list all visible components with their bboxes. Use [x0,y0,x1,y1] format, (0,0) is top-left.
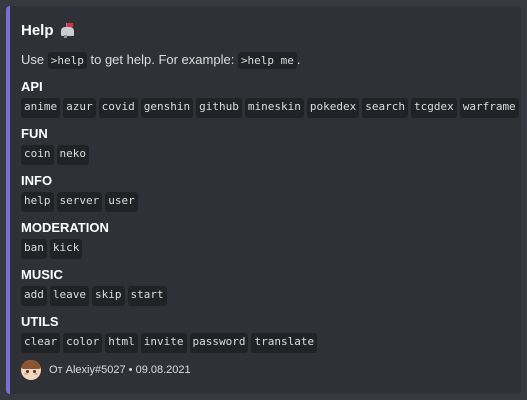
example-command-code: >help me [237,52,297,69]
embed-fields: API anime azur covid genshin github mineskin po… [21,78,519,353]
command-chip: add [21,286,47,306]
field-name: FUN [21,126,48,141]
command-chip: html [105,333,138,353]
command-chip: search [362,98,408,118]
embed-field: MODERATION ban kick [21,219,505,259]
embed-description: Use >help to get help. For example: >hel… [21,49,505,71]
embed-title: Help [21,20,505,40]
command-chip: leave [49,286,89,306]
help-embed: Help Use >help to get help. For example:… [6,6,521,394]
embed-title-text: Help [21,21,54,39]
command-chip: start [127,286,167,306]
command-chip: genshin [140,98,194,118]
command-chip: warframe [459,98,519,118]
field-values: anime azur covid genshin github mineskin poked… [21,98,519,118]
field-name: API [21,79,43,94]
embed-field: API anime azur covid genshin github mineskin po… [21,78,519,118]
command-chip: covid [98,98,138,118]
footer-author: От Alexiy#5027 [49,364,126,376]
description-prefix: Use [21,52,45,67]
command-chip: user [105,192,138,212]
command-chip: color [63,333,103,353]
command-chip: clear [21,333,61,353]
command-chip: server [56,192,103,212]
embed-field: MUSIC add leave skip start [21,266,505,306]
command-chip: azur [63,98,96,118]
command-chip: github [196,98,242,118]
command-chip: neko [56,145,89,165]
command-chip: password [189,333,249,353]
field-name: INFO [21,173,53,188]
embed-footer: От Alexiy#5027 • 09.08.2021 [21,360,191,380]
embed-field: INFO help server user [21,172,505,212]
avatar[interactable] [21,360,41,380]
command-chip: kick [49,239,83,259]
field-values: ban kick [21,239,505,259]
field-name: UTILS [21,314,59,329]
command-chip: ban [21,239,47,259]
field-values: help server user [21,192,505,212]
description-middle: to get help. For example: [90,52,235,67]
command-chip: help [21,192,54,212]
description-suffix: . [296,52,301,67]
command-chip: mineskin [244,98,304,118]
field-values: add leave skip start [21,286,505,306]
embed-field: FUN coin neko [21,125,505,165]
field-name: MODERATION [21,220,109,235]
command-chip: pokedex [306,98,360,118]
footer-date: 09.08.2021 [135,364,191,376]
command-chip: translate [251,333,318,353]
mailbox-icon [58,23,75,38]
command-chip: skip [92,286,125,306]
command-chip: tcgdex [410,98,457,118]
field-name: MUSIC [21,267,63,282]
field-values: clear color html invite password translate [21,333,505,353]
field-values: coin neko [21,145,505,165]
command-chip: anime [21,98,61,118]
footer-separator: • [128,364,133,376]
command-chip: coin [21,145,54,165]
help-command-code: >help [47,52,87,69]
embed-field: UTILS clear color html invite password transla… [21,313,505,353]
command-chip: invite [140,333,187,353]
